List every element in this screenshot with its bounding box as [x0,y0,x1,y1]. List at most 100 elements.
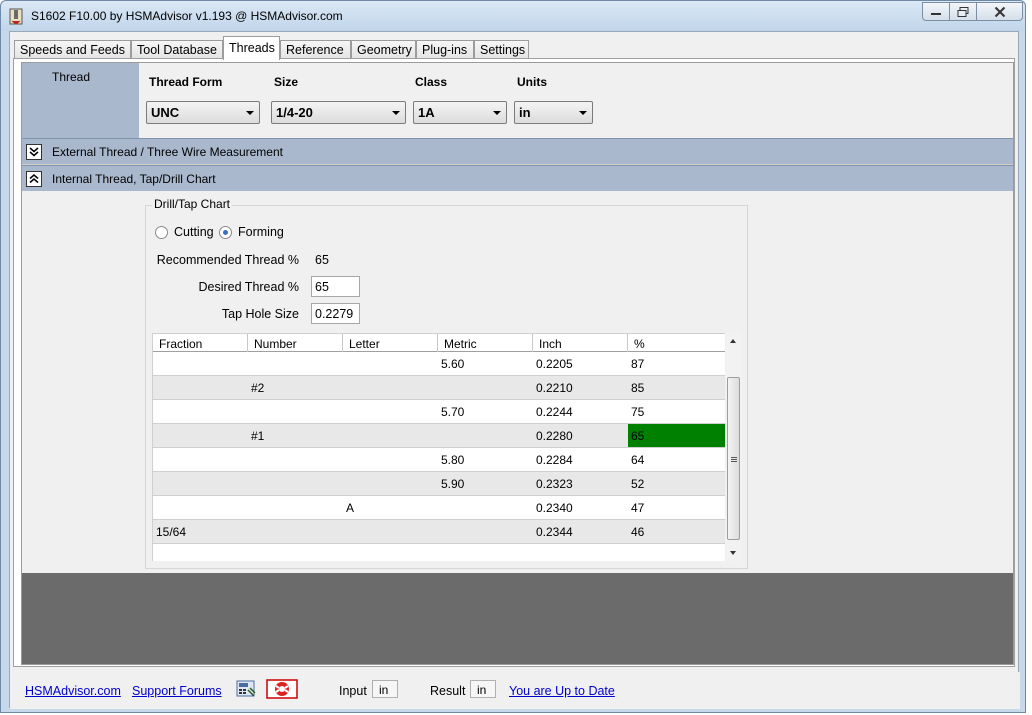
tab-plug-ins[interactable]: Plug-ins [416,40,474,59]
support-forums-link[interactable]: Support Forums [132,684,222,698]
table-row[interactable]: A 0.2340 47 [153,496,725,520]
recommended-thread-label: Recommended Thread % [156,253,299,267]
cell-fraction [153,544,248,561]
size-value: 1/4-20 [276,105,313,120]
cell-letter [343,544,438,561]
forming-radio[interactable] [219,226,232,239]
cutting-radio[interactable] [155,226,168,239]
cell-percent: 52 [631,477,645,491]
chevron-down-icon [493,111,501,115]
hsmadvisor-link[interactable]: HSMAdvisor.com [25,684,121,698]
calculator-icon[interactable] [235,678,257,700]
cell-number [248,544,343,561]
scrollbar-thumb[interactable] [727,377,740,540]
drill-tap-table[interactable]: Fraction Number Letter Metric Inch% 5.60 0.22… [152,333,725,561]
table-row[interactable]: 5.60 0.2205 87 [153,352,725,376]
thread-form-select[interactable]: UNC [146,101,260,124]
cell-number [248,352,343,375]
table-row[interactable]: 5.90 0.2323 52 [153,472,725,496]
thread-label: Thread [52,70,91,84]
table-row[interactable]: 5.70 0.2244 75 [153,400,725,424]
class-select[interactable]: 1A [413,101,507,124]
cell-inch [533,544,628,561]
table-row[interactable]: 15/64 0.2344 46 [153,520,725,544]
column-header-number[interactable]: Number [248,334,343,352]
tab-reference[interactable]: Reference [280,40,351,59]
scroll-up-icon[interactable] [730,339,736,343]
cell-fraction [153,400,248,423]
cell-fraction [153,352,248,375]
expand-toggle[interactable] [26,144,42,160]
cell-fraction [153,496,248,519]
input-units-value: in [372,680,398,698]
tap-hole-size-input[interactable]: 0.2279 [311,303,360,324]
thread-side-panel: Thread [22,63,139,138]
cell-number [248,520,343,543]
maximize-button[interactable] [949,2,977,21]
collapse-toggle[interactable] [26,171,42,187]
cell-metric [438,496,533,519]
cell-inch: 0.2210 [536,381,573,395]
radio-selected-dot [223,230,228,235]
section-internal-thread[interactable]: Internal Thread, Tap/Drill Chart [22,165,1013,191]
cell-letter [343,520,438,543]
thread-form-label: Thread Form [149,75,223,89]
restore-icon [957,6,969,17]
tab-speeds-and-feeds[interactable]: Speeds and Feeds [14,40,131,59]
units-value: in [519,105,531,120]
update-status-link[interactable]: You are Up to Date [509,684,615,698]
app-icon [9,8,23,25]
column-header-fraction[interactable]: Fraction [153,334,248,352]
size-select[interactable]: 1/4-20 [271,101,406,124]
cell-metric: 5.90 [441,477,465,491]
table-row[interactable] [153,544,725,561]
cell-inch: 0.2323 [536,477,573,491]
cell-fraction: 15/64 [156,525,187,539]
cell-letter: A [346,501,355,515]
scroll-down-icon[interactable] [730,551,736,555]
section-external-thread[interactable]: External Thread / Three Wire Measurement [22,138,1013,164]
cell-fraction [153,376,248,399]
thread-params-panel: Thread Thread Form Size Class Units UNC … [22,63,1013,138]
table-row[interactable]: #1 0.2280 65 [153,424,725,448]
minimize-icon [931,12,941,15]
cell-letter [343,376,438,399]
cell-number: #2 [251,381,265,395]
cell-number [248,496,343,519]
cell-letter [343,400,438,423]
lifebuoy-help-icon[interactable] [266,678,298,700]
table-row[interactable]: 5.80 0.2284 64 [153,448,725,472]
cell-metric: 5.60 [441,357,465,371]
tab-geometry[interactable]: Geometry [351,40,416,59]
cell-inch: 0.2284 [536,453,573,467]
tab-threads[interactable]: Threads [223,36,280,60]
desired-thread-input[interactable]: 65 [311,276,360,297]
class-value: 1A [418,105,435,120]
size-label: Size [274,75,299,89]
table-row[interactable]: #2 0.2210 85 [153,376,725,400]
cutting-label[interactable]: Cutting [174,225,214,239]
minimize-button[interactable] [922,2,950,21]
internal-thread-body: Drill/Tap Chart Cutting Forming Recommen… [22,191,1013,573]
forming-label[interactable]: Forming [238,225,284,239]
cell-fraction [153,448,248,471]
cell-letter [343,448,438,471]
status-bar: HSMAdvisor.com Support Forums Input in R… [10,672,1020,709]
column-header-metric[interactable]: Metric [438,334,533,352]
table-vertical-scrollbar[interactable] [726,333,742,561]
tap-hole-size-label: Tap Hole Size [221,307,299,321]
column-header-inch[interactable]: Inch [533,334,628,352]
cell-percent: 47 [631,501,645,515]
close-button[interactable] [976,2,1023,21]
cell-number [248,400,343,423]
cell-fraction [153,424,248,447]
column-header-letter[interactable]: Letter [343,334,438,352]
tab-tool-database[interactable]: Tool Database [131,40,223,59]
window-title: S1602 F10.00 by HSMAdvisor v1.193 @ HSMA… [31,9,343,23]
column-header-percent[interactable]: % [628,334,725,352]
units-select[interactable]: in [514,101,593,124]
cell-percent [628,544,725,561]
cell-inch: 0.2244 [536,405,573,419]
title-bar[interactable]: S1602 F10.00 by HSMAdvisor v1.193 @ HSMA… [1,1,1025,31]
tab-settings[interactable]: Settings [474,40,529,59]
